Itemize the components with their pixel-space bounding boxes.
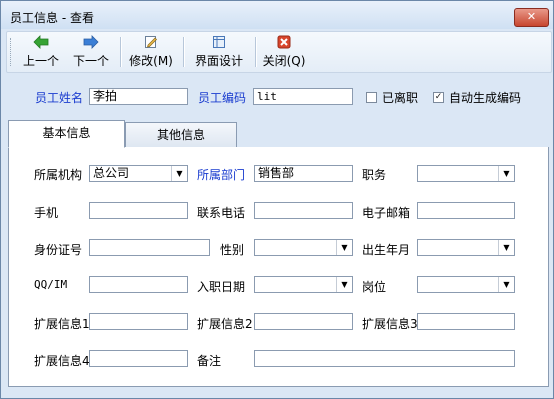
design-label: 界面设计 xyxy=(194,54,243,68)
tab-basic-label: 基本信息 xyxy=(42,126,91,140)
org-value: 总公司 xyxy=(93,166,130,180)
remark-label: 备注 xyxy=(197,354,222,368)
post-select[interactable]: ▼ xyxy=(417,276,515,293)
window-close-button[interactable]: ✕ xyxy=(514,8,549,27)
dept-label: 所属部门 xyxy=(197,168,246,182)
prev-button[interactable]: 上一个 xyxy=(20,35,62,69)
design-button[interactable]: 界面设计 xyxy=(189,35,249,69)
mobile-input[interactable] xyxy=(89,202,188,219)
dropdown-arrow-icon[interactable]: ▼ xyxy=(336,277,352,292)
auto-code-label: 自动生成编码 xyxy=(449,91,522,105)
remark-input[interactable] xyxy=(254,350,515,367)
close-button[interactable]: 关闭(Q) xyxy=(261,35,307,69)
dropdown-arrow-icon[interactable]: ▼ xyxy=(498,277,514,292)
org-label: 所属机构 xyxy=(34,168,83,182)
edit-button[interactable]: 修改(M) xyxy=(127,35,175,69)
ext3-input[interactable] xyxy=(417,313,515,330)
qq-label: QQ/IM xyxy=(34,278,68,291)
idcard-label: 身份证号 xyxy=(34,243,83,257)
green-left-arrow-icon xyxy=(20,35,62,51)
edit-document-icon xyxy=(127,35,175,51)
employee-name-label: 员工姓名 xyxy=(35,91,84,105)
toolbar: 上一个 下一个 修改(M) 界面设计 关闭(Q) xyxy=(6,31,552,73)
dropdown-arrow-icon[interactable]: ▼ xyxy=(498,166,514,181)
resigned-checkbox[interactable] xyxy=(366,92,377,103)
tab-other-info[interactable]: 其他信息 xyxy=(125,122,237,148)
tab-other-label: 其他信息 xyxy=(156,128,205,142)
position-label: 职务 xyxy=(362,168,387,182)
toolbar-separator xyxy=(120,37,122,67)
qq-input[interactable] xyxy=(89,276,188,293)
toolbar-separator xyxy=(183,37,185,67)
toolbar-grip[interactable] xyxy=(10,38,14,66)
gender-label: 性别 xyxy=(220,243,245,257)
ext4-label: 扩展信息4 xyxy=(34,354,90,368)
org-select[interactable]: 总公司 ▼ xyxy=(89,165,188,182)
dropdown-arrow-icon[interactable]: ▼ xyxy=(498,240,514,255)
dropdown-arrow-icon[interactable]: ▼ xyxy=(171,166,187,181)
close-label: 关闭(Q) xyxy=(262,54,306,68)
ext4-input[interactable] xyxy=(89,350,188,367)
title-bar[interactable]: 员工信息 - 查看 ✕ xyxy=(1,1,553,29)
email-label: 电子邮箱 xyxy=(362,206,411,220)
dropdown-arrow-icon[interactable]: ▼ xyxy=(336,240,352,255)
next-button[interactable]: 下一个 xyxy=(70,35,112,69)
phone-label: 联系电话 xyxy=(197,206,246,220)
gender-select[interactable]: ▼ xyxy=(254,239,353,256)
edit-label: 修改(M) xyxy=(129,54,173,68)
email-input[interactable] xyxy=(417,202,515,219)
ext1-label: 扩展信息1 xyxy=(34,317,90,331)
blue-right-arrow-icon xyxy=(70,35,112,51)
hire-date-label: 入职日期 xyxy=(197,280,246,294)
red-close-icon xyxy=(261,35,307,51)
ext1-input[interactable] xyxy=(89,313,188,330)
mobile-label: 手机 xyxy=(34,206,59,220)
toolbar-separator xyxy=(255,37,257,67)
dept-input[interactable]: 销售部 xyxy=(254,165,353,182)
birth-select[interactable]: ▼ xyxy=(417,239,515,256)
ext2-label: 扩展信息2 xyxy=(197,317,253,331)
hire-date-select[interactable]: ▼ xyxy=(254,276,353,293)
prev-label: 上一个 xyxy=(22,54,59,68)
employee-code-label: 员工编码 xyxy=(198,91,247,105)
window-title: 员工信息 - 查看 xyxy=(10,11,94,25)
birth-label: 出生年月 xyxy=(362,243,411,257)
close-icon: ✕ xyxy=(526,10,537,23)
employee-name-input[interactable]: 李拍 xyxy=(89,88,188,105)
idcard-input[interactable] xyxy=(89,239,210,256)
resigned-label: 已离职 xyxy=(382,91,419,105)
employee-dialog: 员工信息 - 查看 ✕ 上一个 下一个 修改(M) 界面设计 关闭(Q) 员工姓… xyxy=(0,0,554,399)
checkmark-icon: ✓ xyxy=(434,92,443,102)
employee-code-input[interactable]: lit xyxy=(253,88,353,105)
next-label: 下一个 xyxy=(72,54,109,68)
ext2-input[interactable] xyxy=(254,313,353,330)
post-label: 岗位 xyxy=(362,280,387,294)
ext3-label: 扩展信息3 xyxy=(362,317,418,331)
auto-code-checkbox[interactable]: ✓ xyxy=(433,92,444,103)
phone-input[interactable] xyxy=(254,202,353,219)
position-select[interactable]: ▼ xyxy=(417,165,515,182)
tab-basic-info[interactable]: 基本信息 xyxy=(8,120,125,148)
layout-design-icon xyxy=(189,35,249,51)
